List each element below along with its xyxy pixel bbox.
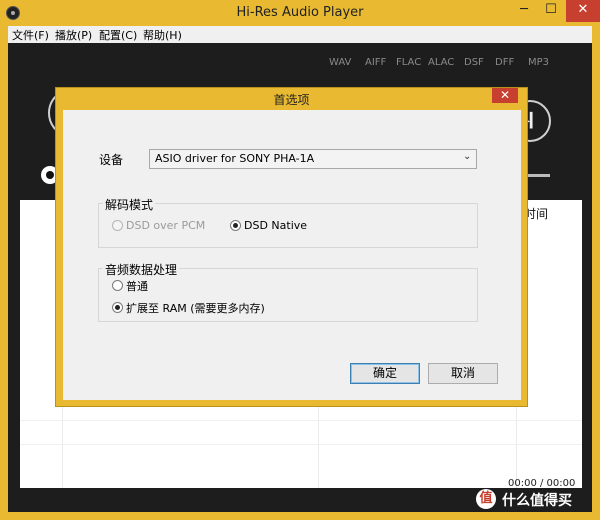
minimize-button[interactable]: ─ — [510, 0, 538, 22]
menu-help[interactable]: 帮助(H) — [143, 27, 182, 43]
dialog-title: 首选项 — [273, 93, 310, 107]
radio-extend-ram[interactable] — [112, 302, 123, 313]
audio-processing-title: 音频数据处理 — [103, 261, 180, 278]
ok-button[interactable]: 确定 — [350, 363, 420, 384]
device-select-value: ASIO driver for SONY PHA-1A — [155, 152, 315, 165]
menu-file[interactable]: 文件(F) — [12, 27, 49, 43]
close-button[interactable]: ✕ — [566, 0, 600, 22]
format-alac: ALAC — [428, 57, 455, 68]
format-aiff: AIFF — [365, 57, 387, 68]
menu-play[interactable]: 播放(P) — [55, 27, 92, 43]
device-label: 设备 — [99, 153, 124, 167]
cancel-button[interactable]: 取消 — [428, 363, 498, 384]
dialog-close-button[interactable]: ✕ — [492, 88, 518, 103]
watermark-text: 什么值得买 — [502, 493, 572, 509]
maximize-button[interactable]: ☐ — [537, 0, 565, 22]
radio-dsd-native[interactable] — [230, 220, 241, 231]
format-dff: DFF — [495, 57, 515, 68]
radio-normal[interactable] — [112, 280, 123, 291]
format-flac: FLAC — [396, 57, 422, 68]
radio-dsd-over-pcm-label: DSD over PCM — [126, 219, 206, 232]
format-dsf: DSF — [464, 57, 484, 68]
radio-normal-label: 普通 — [126, 280, 148, 293]
decode-mode-title: 解码模式 — [103, 196, 156, 213]
watermark-icon: 值 — [476, 489, 496, 509]
radio-dsd-over-pcm[interactable] — [112, 220, 123, 231]
row-divider — [20, 444, 582, 445]
chevron-down-icon[interactable]: ⌄ — [463, 151, 471, 162]
radio-extend-ram-label: 扩展至 RAM (需要更多内存) — [126, 302, 265, 315]
radio-dsd-native-label: DSD Native — [244, 219, 308, 232]
row-divider — [20, 420, 582, 421]
menu-bar: 文件(F) 播放(P) 配置(C) 帮助(H) — [8, 26, 592, 43]
format-mp3: MP3 — [528, 57, 550, 68]
format-wav: WAV — [329, 57, 352, 68]
time-readout: 00:00 / 00:00 — [508, 478, 576, 489]
menu-config[interactable]: 配置(C) — [99, 27, 137, 43]
